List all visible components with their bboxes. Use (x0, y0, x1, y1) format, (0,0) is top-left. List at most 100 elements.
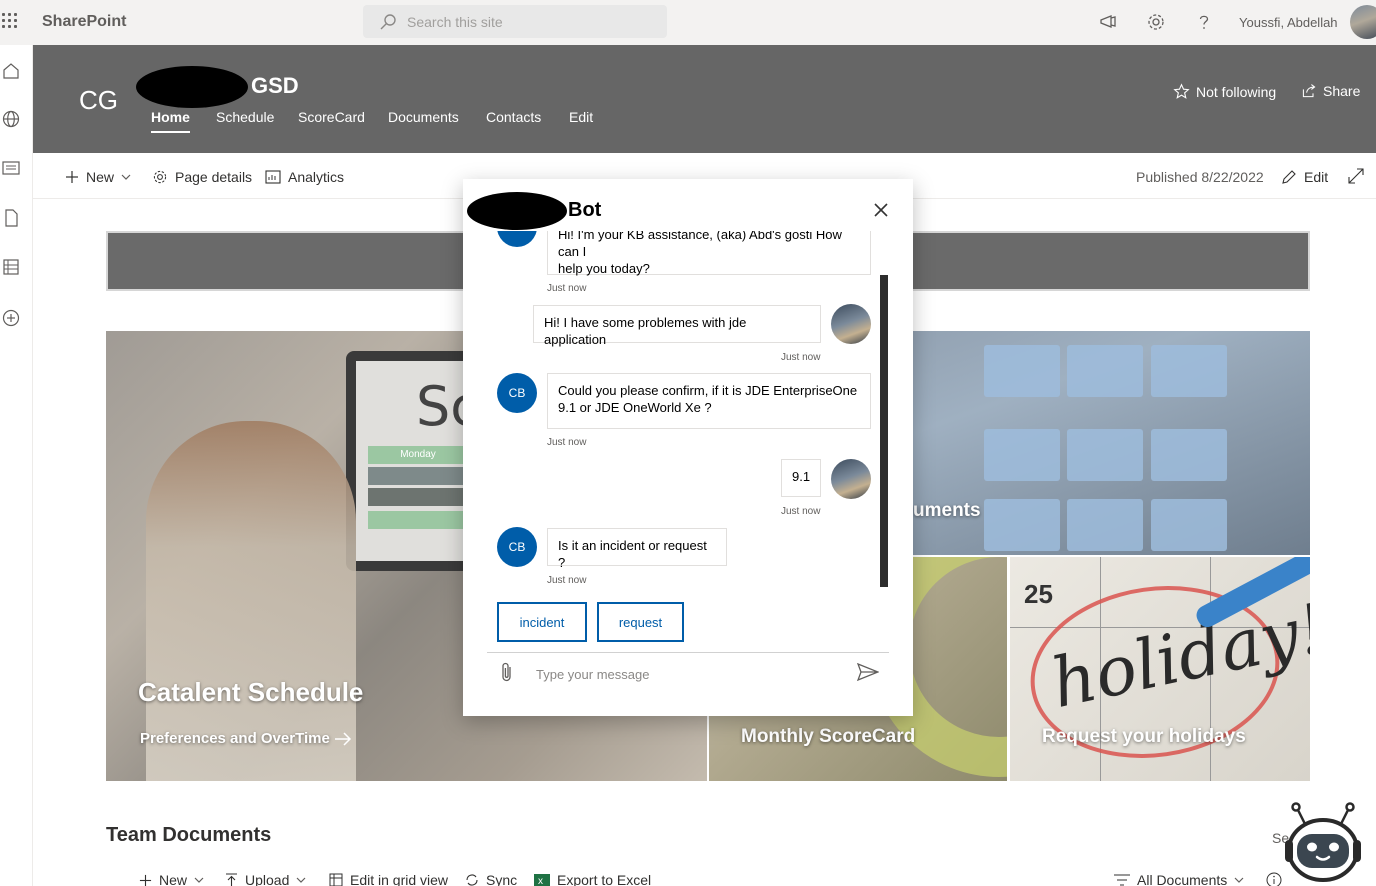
nav-contacts[interactable]: Contacts (486, 109, 541, 125)
nav-documents[interactable]: Documents (388, 109, 459, 125)
chat-title: Bot (568, 199, 602, 221)
person-image (146, 421, 356, 781)
help-icon[interactable] (1194, 12, 1214, 32)
expand-icon[interactable] (1348, 168, 1364, 184)
bot-avatar: CB (497, 373, 537, 413)
upload-icon (226, 873, 237, 886)
message-input[interactable] (536, 665, 836, 683)
svg-text:x: x (538, 876, 543, 886)
new-button[interactable]: New (65, 169, 131, 185)
search-icon (380, 14, 396, 30)
share-button[interactable]: Share (1301, 83, 1360, 99)
chat-transcript[interactable]: CB Hi! I'm your KB assistance, (aka) Abd… (463, 231, 913, 591)
team-documents-heading: Team Documents (106, 824, 272, 846)
analytics-icon (265, 170, 281, 184)
share-icon (1302, 84, 1316, 98)
redacted-title (136, 66, 248, 108)
chevron-down-icon (194, 877, 204, 883)
edit-grid-button[interactable]: Edit in grid view (329, 872, 448, 886)
site-header: CG GSD Home Schedule ScoreCard Documents… (33, 45, 1376, 153)
user-avatar (831, 304, 871, 344)
plus-icon (66, 171, 78, 183)
bot-avatar: CB (497, 231, 537, 247)
sync-label: Sync (486, 872, 518, 886)
documents-tile-title: uments (913, 500, 981, 521)
hero-tile-holidays[interactable]: 25 holiday! Request your holidays (1010, 557, 1310, 781)
suggestion-incident[interactable]: incident (497, 602, 587, 642)
site-title[interactable]: GSD (251, 73, 299, 99)
info-icon[interactable] (1266, 872, 1282, 886)
calendar-number: 25 (1024, 579, 1053, 609)
upload-label: Upload (245, 872, 290, 886)
view-selector[interactable]: All Documents (1114, 872, 1244, 886)
follow-button[interactable]: Not following (1173, 83, 1276, 100)
close-icon[interactable] (872, 201, 890, 219)
user-message: Hi! I have some problemes with jde appli… (533, 305, 821, 347)
nav-edit[interactable]: Edit (569, 109, 593, 125)
attach-icon[interactable] (499, 661, 515, 683)
message-text: Could you please confirm, if it is JDE E… (558, 383, 858, 398)
nav-schedule[interactable]: Schedule (216, 109, 274, 125)
page-details-label: Page details (175, 169, 253, 185)
page-icon[interactable] (1, 208, 21, 228)
docs-new-button[interactable]: New (139, 872, 204, 886)
gear-icon[interactable] (1146, 12, 1166, 32)
schedule-tile-title: Catalent Schedule (138, 677, 364, 707)
chat-dialog: Bot CB Hi! I'm your KB assistance, (aka)… (463, 179, 913, 716)
bot-avatar: CB (497, 527, 537, 567)
chevron-down-icon (296, 877, 306, 883)
bot-message: Is it an incident or request ? (547, 528, 727, 570)
bot-message: Hi! I'm your KB assistance, (aka) Abd's … (547, 231, 871, 276)
app-brand[interactable]: SharePoint (42, 13, 126, 31)
message-timestamp: Just now (547, 437, 587, 448)
monitor-day: Monday (368, 446, 468, 464)
megaphone-icon[interactable] (1098, 12, 1118, 32)
view-label: All Documents (1137, 872, 1228, 886)
docs-new-label: New (159, 872, 188, 886)
send-icon[interactable] (857, 663, 879, 681)
message-timestamp: Just now (547, 283, 587, 294)
sync-button[interactable]: Sync (465, 872, 517, 886)
holidays-tile-title: Request your holidays (1042, 726, 1246, 747)
schedule-tile-link[interactable]: Preferences and OverTime (140, 730, 352, 747)
site-logo[interactable]: CG (79, 85, 118, 116)
share-label: Share (1323, 83, 1361, 99)
list-icon[interactable] (1, 257, 21, 277)
user-name[interactable]: Youssfi, Abdellah (1239, 15, 1338, 30)
robot-icon[interactable] (1283, 800, 1363, 886)
chat-scrollbar[interactable] (880, 275, 888, 587)
message-timestamp: Just now (781, 506, 821, 517)
export-excel-button[interactable]: x Export to Excel (534, 872, 651, 886)
analytics-label: Analytics (288, 169, 345, 185)
excel-icon: x (534, 874, 550, 886)
edit-grid-label: Edit in grid view (350, 872, 449, 886)
news-icon[interactable] (1, 158, 21, 178)
follow-label: Not following (1196, 83, 1277, 100)
search-box[interactable] (363, 5, 667, 38)
message-text: Hi! I'm your KB assistance, (aka) Abd's … (558, 231, 842, 259)
chevron-down-icon (121, 174, 131, 180)
avatar[interactable] (1350, 5, 1376, 39)
globe-icon[interactable] (1, 109, 21, 129)
user-message: 9.1 (781, 459, 821, 497)
upload-button[interactable]: Upload (225, 872, 306, 886)
nav-scorecard[interactable]: ScoreCard (298, 109, 365, 125)
add-circle-icon[interactable] (1, 308, 21, 328)
star-icon (1173, 83, 1190, 99)
home-icon[interactable] (1, 61, 21, 81)
app-launcher-icon[interactable] (0, 11, 20, 31)
page-details-button[interactable]: Page details (152, 169, 252, 185)
user-avatar (831, 459, 871, 499)
search-input[interactable] (407, 13, 647, 31)
filter-icon (1114, 874, 1130, 886)
edit-page-button[interactable]: Edit (1281, 169, 1328, 185)
bot-message: Could you please confirm, if it is JDE E… (547, 373, 871, 429)
arrow-right-icon (334, 731, 351, 746)
suite-bar: SharePoint Youssfi, Abdellah (0, 0, 1376, 45)
analytics-button[interactable]: Analytics (265, 169, 344, 185)
nav-home[interactable]: Home (151, 109, 190, 133)
chat-composer (487, 652, 889, 692)
pencil-icon (1282, 170, 1296, 184)
suggestion-request[interactable]: request (597, 602, 684, 642)
grid-icon (329, 873, 343, 886)
